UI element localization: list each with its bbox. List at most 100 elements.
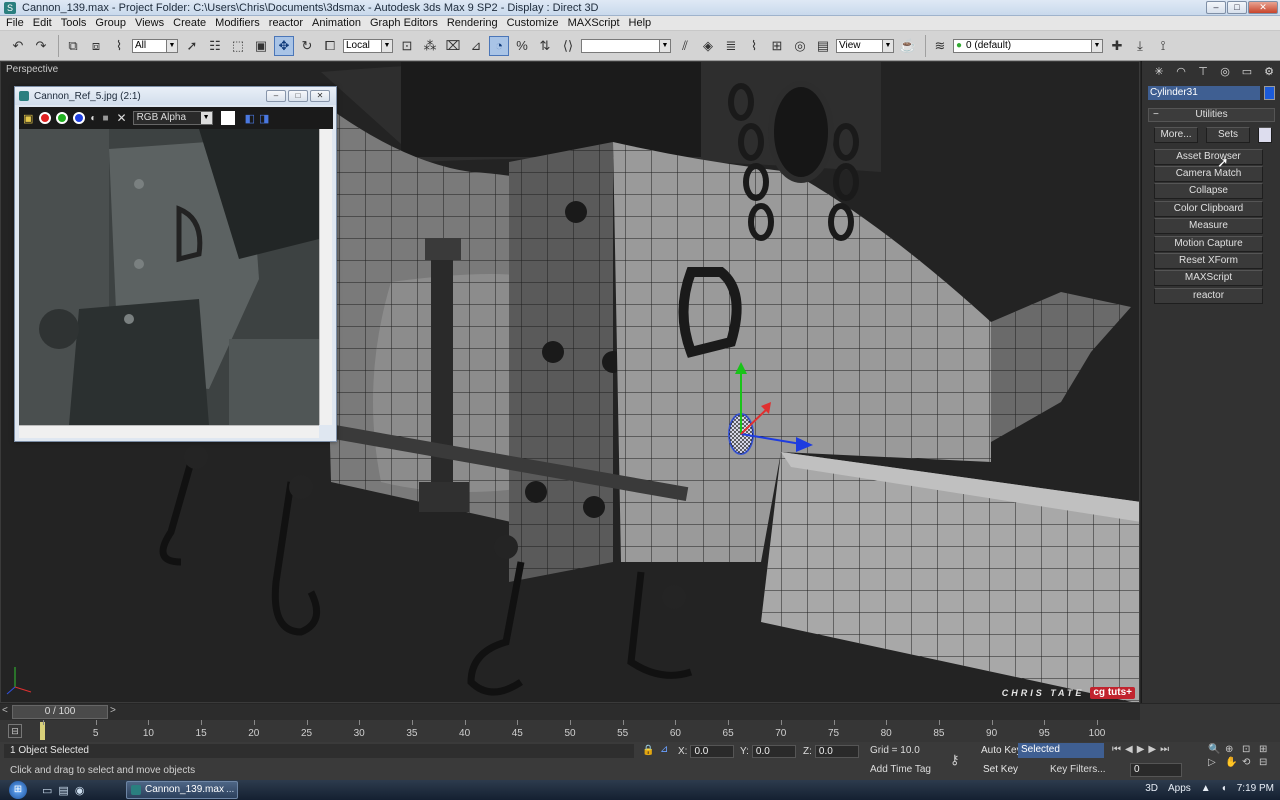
x-field[interactable]: 0.0: [690, 745, 735, 758]
mirror-icon[interactable]: ⫽: [675, 36, 695, 56]
go-to-end-icon[interactable]: ⏭: [1160, 744, 1169, 755]
named-selection-icon[interactable]: ⟨⟩: [558, 36, 578, 56]
menu-customize[interactable]: Customize: [507, 17, 559, 29]
green-channel-icon[interactable]: [56, 112, 69, 124]
utilities-tab-icon[interactable]: ⚙: [1260, 65, 1278, 81]
horizontal-scrollbar[interactable]: [19, 425, 319, 438]
zoom-extents-all-icon[interactable]: ⊞: [1259, 744, 1275, 755]
move-icon[interactable]: ✥: [274, 35, 294, 56]
network-icon[interactable]: ▲: [1201, 783, 1211, 794]
create-layer-icon[interactable]: ✚: [1107, 36, 1127, 56]
hierarchy-tab-icon[interactable]: ⊤: [1194, 65, 1212, 81]
zoom-extents-icon[interactable]: ⊡: [1242, 744, 1258, 755]
more-button[interactable]: More...: [1154, 127, 1198, 143]
arc-rotate-icon[interactable]: ⟲: [1242, 757, 1258, 768]
set-key-button[interactable]: Set Key: [983, 764, 1018, 775]
pan-icon[interactable]: ✋: [1225, 757, 1241, 768]
open-mini-curve-editor-icon[interactable]: ⊟: [8, 724, 22, 738]
align-icon[interactable]: ◈: [698, 36, 718, 56]
taskbar-item-3dsmax[interactable]: Cannon_139.max: [126, 781, 238, 799]
reactor-button[interactable]: reactor: [1154, 288, 1263, 304]
color-clipboard-button[interactable]: Color Clipboard: [1154, 201, 1263, 217]
menu-edit[interactable]: Edit: [33, 17, 52, 29]
explorer-icon[interactable]: ▤: [58, 784, 68, 797]
field-of-view-icon[interactable]: ▷: [1208, 757, 1224, 768]
start-button[interactable]: ⊞: [0, 780, 36, 800]
measure-button[interactable]: Measure: [1154, 218, 1263, 234]
minimize-button[interactable]: ‒: [266, 90, 286, 102]
menu-tools[interactable]: Tools: [61, 17, 87, 29]
collapse-button[interactable]: Collapse: [1154, 183, 1263, 199]
spinner-snap-icon[interactable]: ⇅: [535, 36, 555, 56]
channel-dropdown[interactable]: RGB Alpha ▼: [132, 111, 213, 125]
show-desktop-icon[interactable]: ▭: [42, 784, 52, 797]
red-channel-icon[interactable]: [39, 112, 52, 124]
modify-tab-icon[interactable]: ◠: [1172, 65, 1190, 81]
zoom-icon[interactable]: 🔍: [1208, 744, 1224, 755]
curve-editor-icon[interactable]: ⌇: [744, 36, 764, 56]
clear-icon[interactable]: ✕: [117, 111, 127, 125]
previous-frame-icon[interactable]: ◀: [1125, 744, 1133, 755]
auto-key-button[interactable]: Auto Key: [981, 745, 1022, 756]
maximize-button[interactable]: □: [1227, 1, 1247, 14]
time-slider-prev-icon[interactable]: <: [2, 705, 8, 716]
menu-views[interactable]: Views: [135, 17, 164, 29]
motion-capture-button[interactable]: Motion Capture: [1154, 236, 1263, 252]
menu-rendering[interactable]: Rendering: [447, 17, 498, 29]
time-slider-next-icon[interactable]: >: [110, 705, 116, 716]
menu-graph-editors[interactable]: Graph Editors: [370, 17, 438, 29]
close-button[interactable]: ✕: [310, 90, 330, 102]
maximize-button[interactable]: □: [288, 90, 308, 102]
maximize-viewport-icon[interactable]: ⊟: [1259, 757, 1275, 768]
render-setup-icon[interactable]: ▤: [813, 36, 833, 56]
menu-file[interactable]: File: [6, 17, 24, 29]
prev-frame-icon[interactable]: ◧: [245, 112, 255, 125]
menu-help[interactable]: Help: [629, 17, 652, 29]
quick-render-icon[interactable]: ☕: [898, 36, 918, 56]
go-to-start-icon[interactable]: ⏮: [1112, 744, 1121, 755]
sets-button[interactable]: Sets: [1206, 127, 1250, 143]
image-viewer-titlebar[interactable]: Cannon_Ref_5.jpg (2:1) ‒ □ ✕: [15, 87, 336, 105]
percent-snap-icon[interactable]: %: [512, 36, 532, 56]
mono-icon[interactable]: ■: [102, 113, 108, 124]
motion-tab-icon[interactable]: ◎: [1216, 65, 1234, 81]
material-editor-icon[interactable]: ◎: [790, 36, 810, 56]
object-color-swatch[interactable]: [1264, 86, 1275, 100]
alpha-channel-icon[interactable]: ◐: [90, 113, 96, 124]
unlink-icon[interactable]: ⧈: [86, 36, 106, 56]
asset-browser-button[interactable]: Asset Browser: [1154, 149, 1263, 165]
window-crossing-icon[interactable]: ▣: [251, 36, 271, 56]
key-mode-dropdown[interactable]: Selected: [1018, 743, 1104, 758]
volume-icon[interactable]: ◖: [1221, 783, 1227, 794]
angle-snap-icon[interactable]: ◔: [489, 35, 509, 56]
y-field[interactable]: 0.0: [751, 745, 796, 758]
select-layer-icon[interactable]: ⟟: [1153, 36, 1173, 56]
keyboard-shortcut-icon[interactable]: ⌧: [443, 36, 463, 56]
camera-match-button[interactable]: Camera Match: [1154, 166, 1263, 182]
reference-coordinate-dropdown[interactable]: Local ▼: [343, 38, 393, 53]
tray-3d-label[interactable]: 3D: [1145, 783, 1158, 794]
color-swatch[interactable]: [220, 111, 235, 125]
viewport-label[interactable]: Perspective: [6, 64, 58, 75]
configure-sets-icon[interactable]: [1258, 127, 1272, 143]
menu-maxscript[interactable]: MAXScript: [568, 17, 620, 29]
zoom-all-icon[interactable]: ⊕: [1225, 744, 1241, 755]
vertical-scrollbar[interactable]: [319, 129, 332, 425]
key-filters-button[interactable]: Key Filters...: [1050, 764, 1106, 775]
clock[interactable]: 7:19 PM: [1237, 783, 1274, 794]
next-frame-icon[interactable]: ▶: [1148, 744, 1156, 755]
browser-icon[interactable]: ◉: [75, 784, 85, 797]
pivot-center-icon[interactable]: ⊡: [397, 36, 417, 56]
scale-icon[interactable]: ⧠: [320, 36, 340, 56]
add-time-tag-button[interactable]: Add Time Tag: [870, 764, 931, 775]
image-viewer-window[interactable]: Cannon_Ref_5.jpg (2:1) ‒ □ ✕ ▣ ◐ ■ ✕ RGB…: [14, 86, 337, 442]
reset-xform-button[interactable]: Reset XForm: [1154, 253, 1263, 269]
undo-icon[interactable]: ↶: [8, 36, 28, 56]
taskbar-overflow[interactable]: ...: [226, 784, 234, 795]
menu-animation[interactable]: Animation: [312, 17, 361, 29]
save-icon[interactable]: ▣: [23, 112, 33, 125]
selection-filter-dropdown[interactable]: All ▼: [132, 38, 178, 53]
menu-group[interactable]: Group: [95, 17, 126, 29]
layer-manager-icon[interactable]: ≣: [721, 36, 741, 56]
close-button[interactable]: ✕: [1248, 1, 1278, 14]
